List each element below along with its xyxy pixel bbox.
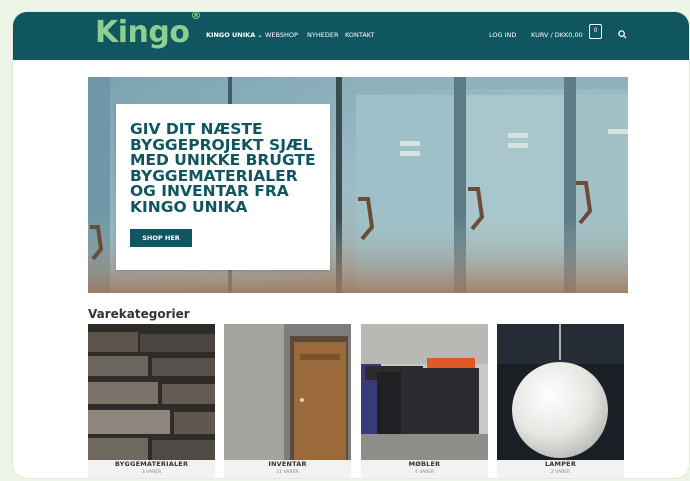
lumber-image	[88, 324, 215, 460]
category-count: 2 VARER	[550, 470, 571, 475]
login-link[interactable]: LOG IND	[489, 31, 516, 39]
logo-text: Kingo	[95, 15, 190, 50]
search-icon[interactable]	[618, 30, 627, 39]
cart-link[interactable]: KURV / DKK0,00	[531, 31, 583, 39]
hero-title: GIV DIT NÆSTE BYGGEPROJEKT SJÆL MED UNIK…	[130, 120, 316, 216]
cart-count: 0	[593, 27, 598, 34]
chairs-image	[361, 324, 488, 460]
hero-card: GIV DIT NÆSTE BYGGEPROJEKT SJÆL MED UNIK…	[116, 104, 330, 270]
category-name: BYGGEMATERIALER	[114, 460, 189, 468]
category-card-mobler[interactable]: MØBLER 4 VARER	[361, 324, 488, 478]
chevron-down-icon: ⌄	[257, 32, 263, 39]
category-card-lamper[interactable]: LAMPER 2 VARER	[497, 324, 624, 478]
nav-item-webshop[interactable]: WEBSHOP	[265, 31, 298, 39]
section-title: Varekategorier	[88, 307, 190, 321]
site-header: Kingo® KINGO UNIKA ⌄ WEBSHOP NYHEDER KON…	[13, 12, 689, 60]
registered-mark: ®	[190, 12, 201, 22]
cart-icon[interactable]: 0	[589, 24, 602, 39]
category-name: LAMPER	[544, 460, 577, 468]
kingo-logo[interactable]: Kingo®	[95, 12, 201, 50]
nav-item-label: KINGO UNIKA	[206, 31, 256, 39]
lamp-image	[497, 324, 624, 460]
category-count: 4 VARER	[414, 470, 435, 475]
category-count: 11 VARER	[276, 470, 299, 475]
shop-here-button[interactable]: SHOP HER	[130, 229, 192, 247]
door-image	[224, 324, 351, 460]
nav-item-nyheder[interactable]: NYHEDER	[307, 31, 338, 39]
browser-frame: Kingo® KINGO UNIKA ⌄ WEBSHOP NYHEDER KON…	[13, 12, 689, 478]
category-name: INVENTAR	[268, 460, 307, 468]
category-card-byggematerialer[interactable]: BYGGEMATERIALER 3 VARER	[88, 324, 215, 478]
nav-item-kontakt[interactable]: KONTAKT	[345, 31, 375, 39]
category-name: MØBLER	[408, 460, 441, 468]
nav-item-kingo-unika[interactable]: KINGO UNIKA ⌄	[206, 31, 263, 39]
category-count: 3 VARER	[141, 470, 162, 475]
category-card-inventar[interactable]: INVENTAR 11 VARER	[224, 324, 351, 478]
